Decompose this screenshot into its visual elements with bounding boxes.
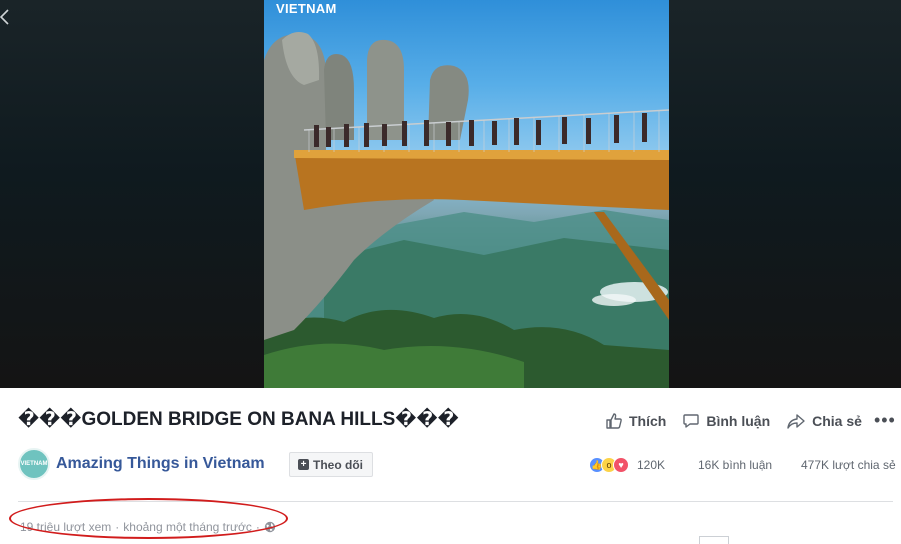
partial-element xyxy=(699,536,729,544)
comment-label: Bình luận xyxy=(706,412,771,429)
video-watermark: VIETNAM xyxy=(276,1,337,16)
comment-icon xyxy=(683,413,700,428)
page-avatar[interactable]: VIETNAM xyxy=(18,448,50,480)
page-name-link[interactable]: Amazing Things in Vietnam xyxy=(56,455,265,473)
post-actions: Thích Bình luận Chia sẻ ••• xyxy=(605,410,896,431)
comment-button[interactable]: Bình luận xyxy=(682,412,770,430)
reactions-count: 120K xyxy=(637,458,666,472)
like-button[interactable]: Thích xyxy=(605,412,666,430)
back-arrow-icon[interactable] xyxy=(0,6,18,28)
like-icon xyxy=(606,412,622,429)
video-viewer: VIETNAM xyxy=(0,0,901,388)
like-label: Thích xyxy=(629,412,667,429)
video-frame[interactable]: VIETNAM xyxy=(264,0,669,388)
share-icon xyxy=(787,413,805,429)
shares-count-link[interactable]: 477K lượt chia sẻ xyxy=(801,458,896,472)
avatar-text: VIETNAM xyxy=(20,461,48,467)
more-icon[interactable]: ••• xyxy=(874,410,896,431)
share-button[interactable]: Chia sẻ xyxy=(786,412,862,430)
plus-icon: + xyxy=(298,459,309,470)
share-label: Chia sẻ xyxy=(812,412,862,429)
video-title: ���GOLDEN BRIDGE ON BANA HILLS��� xyxy=(18,409,459,430)
love-reaction-icon: ♥ xyxy=(613,457,629,473)
follow-label: Theo dõi xyxy=(313,457,363,472)
post-details: ���GOLDEN BRIDGE ON BANA HILLS��� Thích … xyxy=(0,388,901,544)
reactions-summary[interactable]: 👍 o ♥ 120K xyxy=(589,457,665,473)
red-highlight-ellipse xyxy=(9,498,288,539)
comments-count-link[interactable]: 16K bình luận xyxy=(698,458,772,472)
follow-button[interactable]: + Theo dõi xyxy=(289,452,373,477)
video-scene xyxy=(264,32,669,388)
page-info: VIETNAM Amazing Things in Vietnam xyxy=(18,448,265,480)
